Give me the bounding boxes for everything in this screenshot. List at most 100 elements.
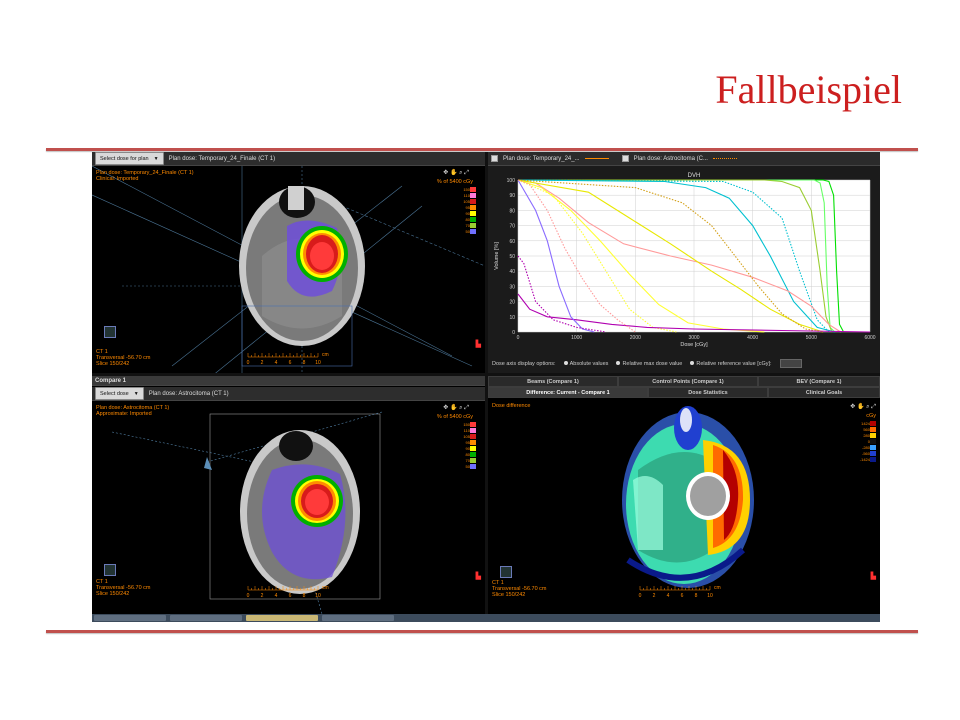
ruler-tick-label: 10: [315, 593, 321, 599]
ruler-unit-label: cm: [714, 585, 721, 591]
patient-orientation-icon[interactable]: ▙: [871, 572, 876, 580]
x-tick-label: 5000: [806, 335, 817, 341]
ruler-tick-label: 2: [653, 593, 656, 599]
pan-icon[interactable]: ✥: [443, 170, 448, 176]
ruler-tick-label: 4: [275, 593, 278, 599]
legend-plan-astrocitoma: Plan dose: Astrocitoma (C...: [633, 155, 708, 162]
plan-overlay-status: Clinical: Imported: [96, 176, 139, 182]
scale-swatch: [470, 217, 476, 222]
dose-axis-options-label: Dose axis display options:: [492, 360, 556, 367]
ruler-tick-label: 0: [247, 360, 250, 366]
scale-swatch: [870, 445, 876, 450]
scale-swatch: [470, 229, 476, 234]
select-dose-button[interactable]: Select dose ▼: [95, 387, 144, 400]
patient-orientation-icon[interactable]: ▙: [476, 340, 481, 348]
distance-ruler: 0 2 4 6 8 10cm: [247, 352, 329, 366]
option-absolute-values[interactable]: Absolute values: [563, 360, 608, 367]
ruler-tick-label: 10: [315, 360, 321, 366]
scale-header: % of 5400 cGy: [436, 179, 473, 185]
y-tick-label: 60: [509, 239, 515, 245]
taskbar-item[interactable]: [246, 615, 318, 621]
dvh-chart[interactable]: 0 1000 2000 3000 4000 5000 6000 0 10 20 30 40 50 60 70…: [488, 168, 880, 358]
ruler-tick-label: 8: [695, 593, 698, 599]
option-relative-reference[interactable]: Relative reference value [cGy]:: [690, 360, 772, 367]
ct-slice-image[interactable]: [92, 166, 485, 373]
scale-swatch: [870, 439, 876, 444]
y-tick-label: 30: [509, 284, 515, 290]
difference-scale-labels: 1424 560 280 0 -280 -560 -1424: [854, 421, 870, 463]
zoom-icon[interactable]: ⌕: [459, 405, 462, 411]
dvh-legend-bar: Plan dose: Temporary_24_... Plan dose: A…: [488, 152, 880, 166]
ruler-unit-label: cm: [322, 352, 329, 358]
x-tick-label: 2000: [630, 335, 641, 341]
compare-tab[interactable]: Compare 1: [95, 378, 126, 384]
x-tick-label: 0: [517, 335, 520, 341]
dose-difference-title: Dose difference: [492, 403, 531, 409]
taskbar-item[interactable]: [94, 615, 166, 621]
select-dose-for-plan-button[interactable]: Select dose for plan ▼: [95, 152, 164, 165]
orientation-cube-icon[interactable]: [500, 566, 512, 578]
x-tick-label: 1000: [571, 335, 582, 341]
tab-beams[interactable]: Beams (Compare 1): [488, 376, 618, 387]
ruler-tick-label: 8: [303, 360, 306, 366]
chevron-down-icon: ▼: [133, 390, 139, 397]
scale-swatch: [870, 433, 876, 438]
scale-swatch: [870, 457, 876, 462]
dose-color-scale: [470, 187, 480, 235]
y-tick-label: 50: [509, 254, 515, 260]
expand-icon[interactable]: ⤢: [871, 404, 876, 410]
difference-slice-label: Slice 150/242: [492, 592, 526, 598]
scale-swatch: [470, 464, 476, 469]
zoom-icon[interactable]: ⌕: [866, 404, 869, 410]
taskbar-item[interactable]: [322, 615, 394, 621]
y-tick-label: 40: [509, 269, 515, 275]
legend-plan-temporary: Plan dose: Temporary_24_...: [503, 155, 580, 162]
x-tick-label: 6000: [864, 335, 875, 341]
ruler-tick-label: 4: [275, 360, 278, 366]
ruler-tick-label: 8: [303, 593, 306, 599]
pan-icon[interactable]: ✥: [443, 405, 448, 411]
plan-dose-label: Plan dose: Temporary_24_Finale (CT 1): [168, 155, 276, 162]
compare-ct-slice-image[interactable]: [92, 402, 485, 614]
legend-checkbox-1[interactable]: [491, 155, 498, 162]
taskbar-item[interactable]: [170, 615, 242, 621]
ruler-tick-label: 0: [639, 593, 642, 599]
orientation-cube-icon[interactable]: [104, 564, 116, 576]
ruler-tick-label: 6: [681, 593, 684, 599]
y-tick-label: 80: [509, 208, 515, 214]
ruler-tick-label: 0: [247, 593, 250, 599]
y-tick-label: 90: [509, 193, 515, 199]
compare-distance-ruler: 0 2 4 6 8 10cm: [247, 585, 329, 599]
dvh-title: DVH: [688, 173, 701, 179]
select-dose-for-plan-label: Select dose for plan: [100, 155, 149, 162]
zoom-icon[interactable]: ⌕: [459, 170, 462, 176]
hand-icon[interactable]: ✋: [450, 170, 457, 176]
scale-swatch: [470, 440, 476, 445]
expand-icon[interactable]: ⤢: [464, 170, 469, 176]
scale-swatch: [470, 422, 476, 427]
top-left-ct-view: Select dose for plan ▼ Plan dose: Tempor…: [92, 152, 485, 373]
scale-swatch: [470, 458, 476, 463]
dose-difference-view: Beams (Compare 1) Control Points (Compar…: [488, 376, 880, 614]
dvh-x-axis-label: Dose [cGy]: [680, 342, 708, 348]
scale-swatch: [470, 205, 476, 210]
tab-difference[interactable]: Difference: Current - Compare 1: [488, 387, 648, 398]
tab-bev[interactable]: BEV (Compare 1): [758, 376, 880, 387]
tab-control-points[interactable]: Control Points (Compare 1): [618, 376, 758, 387]
legend-checkbox-2[interactable]: [621, 155, 629, 162]
patient-orientation-icon[interactable]: ▙: [476, 572, 481, 580]
orientation-cube-icon[interactable]: [104, 326, 116, 338]
option-relative-max[interactable]: Relative max dose value: [616, 360, 682, 367]
reference-value-input[interactable]: [779, 359, 802, 368]
tab-clinical-goals[interactable]: Clinical Goals: [768, 387, 880, 398]
scale-swatch: [870, 451, 876, 456]
hand-icon[interactable]: ✋: [857, 404, 864, 410]
hand-icon[interactable]: ✋: [450, 405, 457, 411]
scale-swatch: [470, 211, 476, 216]
ruler-tick-label: 2: [261, 593, 264, 599]
expand-icon[interactable]: ⤢: [464, 405, 469, 411]
dose-difference-image[interactable]: [488, 400, 880, 614]
difference-distance-ruler: 0 2 4 6 8 10cm: [639, 585, 721, 599]
pan-icon[interactable]: ✥: [850, 404, 855, 410]
tab-dose-statistics[interactable]: Dose Statistics: [648, 387, 768, 398]
